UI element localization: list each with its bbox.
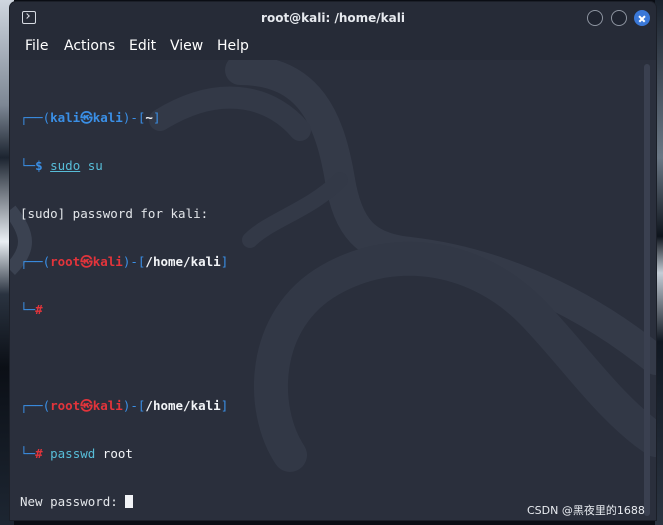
prompt-box-bottom: └─ <box>20 446 36 461</box>
command-line: └─# <box>20 302 228 318</box>
menu-file[interactable]: File <box>25 38 48 54</box>
prompt-box-top: ┌── <box>20 110 43 125</box>
prompt-bracket: )-[ <box>122 110 146 125</box>
command-args: su <box>80 158 103 173</box>
prompt-path: /home/kali <box>145 254 221 269</box>
title-bar[interactable]: root@kali: /home/kali <box>10 2 656 34</box>
output-line: [sudo] password for kali: <box>20 206 209 221</box>
menu-view[interactable]: View <box>170 38 203 54</box>
maximize-button[interactable] <box>611 10 627 26</box>
text-cursor <box>125 495 134 508</box>
command-name: sudo <box>50 158 81 173</box>
desktop-background-right <box>655 0 663 525</box>
prompt-at-symbol: ㉿ <box>80 254 93 269</box>
prompt-paren: ( <box>42 254 51 269</box>
close-button[interactable] <box>634 10 650 26</box>
command-args: root <box>95 446 133 461</box>
prompt-user: root <box>50 254 81 269</box>
prompt-host: kali <box>92 110 123 125</box>
prompt-box-top: ┌── <box>20 254 43 269</box>
prompt-bracket-end: ] <box>220 398 229 413</box>
menu-edit[interactable]: Edit <box>129 38 156 54</box>
watermark: CSDN @黑夜里的1688 <box>527 504 645 517</box>
terminal-area[interactable]: ┌──(kali㉿kali)-[~] └─$ sudo su [sudo] pa… <box>10 60 656 520</box>
prompt-box-top: ┌── <box>20 398 43 413</box>
output-line: New password: <box>20 494 126 509</box>
prompt-line: ┌──(root㉿kali)-[/home/kali] <box>20 254 228 270</box>
command-line: └─# passwd root <box>20 446 228 462</box>
prompt-path: ~ <box>145 110 153 125</box>
window-title: root@kali: /home/kali <box>261 11 405 25</box>
input-line[interactable]: New password: <box>20 494 228 510</box>
prompt-symbol: $ <box>35 158 43 173</box>
menu-actions[interactable]: Actions <box>64 38 115 54</box>
command-name: passwd <box>50 446 96 461</box>
prompt-at-symbol: ㉿ <box>80 110 93 125</box>
prompt-bracket: )-[ <box>122 398 146 413</box>
terminal-window: root@kali: /home/kali File Actions Edit … <box>10 2 656 520</box>
prompt-path: /home/kali <box>145 398 221 413</box>
prompt-bracket-end: ] <box>152 110 161 125</box>
prompt-host: kali <box>92 398 123 413</box>
prompt-box-bottom: └─ <box>20 158 36 173</box>
prompt-symbol: # <box>35 302 43 317</box>
terminal-output: ┌──(kali㉿kali)-[~] └─$ sudo su [sudo] pa… <box>20 78 228 520</box>
prompt-host: kali <box>92 254 123 269</box>
prompt-paren: ( <box>42 110 51 125</box>
prompt-line: ┌──(kali㉿kali)-[~] <box>20 110 228 126</box>
minimize-button[interactable] <box>587 10 603 26</box>
menu-help[interactable]: Help <box>217 38 249 54</box>
menu-bar: File Actions Edit View Help <box>10 34 656 60</box>
command-line: └─$ sudo su <box>20 158 228 174</box>
prompt-bracket-end: ] <box>220 254 229 269</box>
prompt-user: root <box>50 398 81 413</box>
prompt-paren: ( <box>42 398 51 413</box>
prompt-box-bottom: └─ <box>20 302 36 317</box>
prompt-at-symbol: ㉿ <box>80 398 93 413</box>
prompt-bracket: )-[ <box>122 254 146 269</box>
prompt-symbol: # <box>35 446 43 461</box>
prompt-line: ┌──(root㉿kali)-[/home/kali] <box>20 398 228 414</box>
prompt-user: kali <box>50 110 81 125</box>
terminal-scrollbar[interactable] <box>644 64 650 516</box>
